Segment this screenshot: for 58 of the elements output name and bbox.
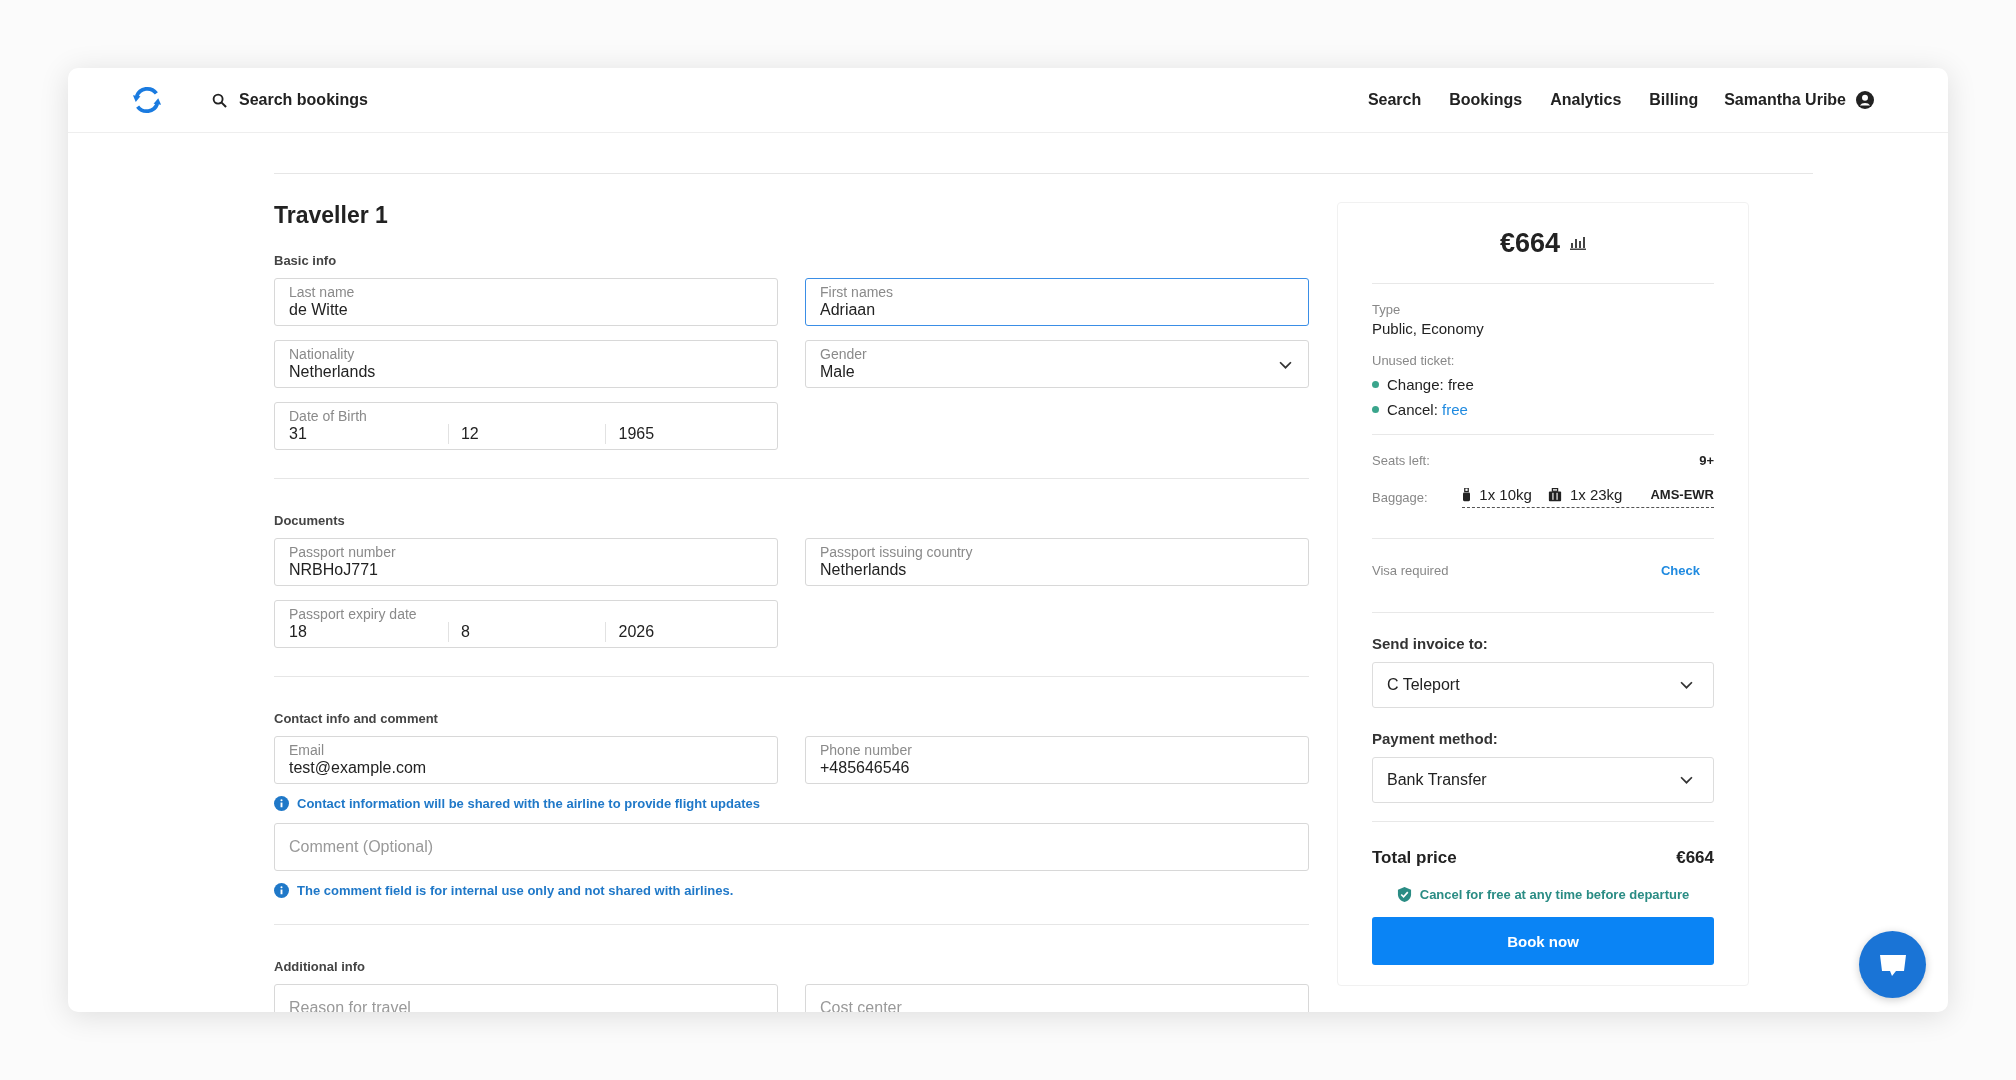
invoice-label: Send invoice to: bbox=[1372, 635, 1489, 652]
section-heading: Additional info bbox=[274, 959, 366, 974]
input-field[interactable]: Last name de Witte bbox=[274, 278, 778, 326]
date-field[interactable]: Passport expiry date 18 8 2026 bbox=[274, 600, 778, 648]
total-label: Total price bbox=[1372, 848, 1457, 868]
suitcase-icon bbox=[1547, 487, 1562, 502]
search-bookings-link[interactable]: Search bookings bbox=[239, 91, 368, 109]
invoice-select[interactable]: C Teleport bbox=[1372, 662, 1714, 708]
info-note: Contact information will be shared with the airline to provide flight updates bbox=[297, 796, 760, 811]
input-field[interactable]: Phone number +485646546 bbox=[805, 736, 1309, 784]
route-code: AMS-EWR bbox=[1650, 487, 1714, 502]
input-field[interactable]: Passport issuing country Netherlands bbox=[805, 538, 1309, 586]
user-name[interactable]: Samantha Uribe bbox=[1724, 91, 1846, 109]
nav-link[interactable]: Analytics bbox=[1550, 91, 1622, 109]
condition-text: Cancel: free bbox=[1387, 401, 1468, 418]
input-field[interactable]: First names Adriaan bbox=[805, 278, 1309, 326]
bar-chart-icon[interactable] bbox=[1570, 236, 1587, 250]
section-heading: Basic info bbox=[274, 253, 338, 268]
select-field[interactable]: Gender Male bbox=[805, 340, 1309, 388]
cabin-bag-icon bbox=[1462, 487, 1472, 502]
type-value: Public, Economy bbox=[1372, 320, 1485, 337]
payment-label: Payment method: bbox=[1372, 730, 1499, 747]
baggage-allowance: 1x 10kg bbox=[1479, 486, 1532, 503]
chevron-icon bbox=[1279, 361, 1292, 370]
info-note: The comment field is for internal use only and not shared with airlines. bbox=[297, 883, 734, 898]
unused-ticket-label: Unused ticket: bbox=[1372, 353, 1456, 368]
seats-value: 9+ bbox=[1699, 453, 1714, 468]
section-heading: Contact info and comment bbox=[274, 711, 439, 726]
nav-link[interactable]: Bookings bbox=[1449, 91, 1523, 109]
nav-link[interactable]: Billing bbox=[1649, 91, 1699, 109]
info-icon bbox=[274, 883, 289, 898]
chevron-icon bbox=[1680, 775, 1693, 785]
shield-check-icon bbox=[1396, 886, 1412, 903]
section-heading: Documents bbox=[274, 513, 346, 528]
input-field[interactable]: Email test@example.com bbox=[274, 736, 778, 784]
visa-label: Visa required bbox=[1372, 563, 1449, 578]
baggage-allowance: 1x 23kg bbox=[1569, 486, 1623, 503]
condition-text: Change: free bbox=[1387, 376, 1474, 393]
free-link[interactable]: free bbox=[1442, 401, 1468, 418]
user-avatar-icon[interactable] bbox=[1856, 91, 1874, 109]
search-icon[interactable] bbox=[212, 92, 227, 108]
type-label: Type bbox=[1372, 302, 1402, 317]
seats-label: Seats left: bbox=[1372, 453, 1430, 468]
baggage-label: Baggage: bbox=[1372, 489, 1428, 505]
book-now-button[interactable]: Book now bbox=[1372, 917, 1714, 965]
chevron-icon bbox=[1680, 680, 1693, 690]
traveller-title: Traveller 1 bbox=[274, 202, 389, 229]
check-link[interactable]: Check bbox=[1660, 563, 1700, 578]
input-field[interactable]: Passport number NRBHoJ771 bbox=[274, 538, 778, 586]
info-icon bbox=[274, 796, 289, 811]
fare-price: €664 bbox=[1499, 227, 1561, 259]
payment-select[interactable]: Bank Transfer bbox=[1372, 757, 1714, 803]
total-value: €664 bbox=[1676, 848, 1714, 868]
nav-link[interactable]: Search bbox=[1367, 91, 1422, 109]
logo-icon[interactable] bbox=[132, 85, 162, 115]
input-field[interactable]: Nationality Netherlands bbox=[274, 340, 778, 388]
date-field[interactable]: Date of Birth 31 12 1965 bbox=[274, 402, 778, 450]
guarantee-text: Cancel for free at any time before departure bbox=[1419, 887, 1690, 902]
